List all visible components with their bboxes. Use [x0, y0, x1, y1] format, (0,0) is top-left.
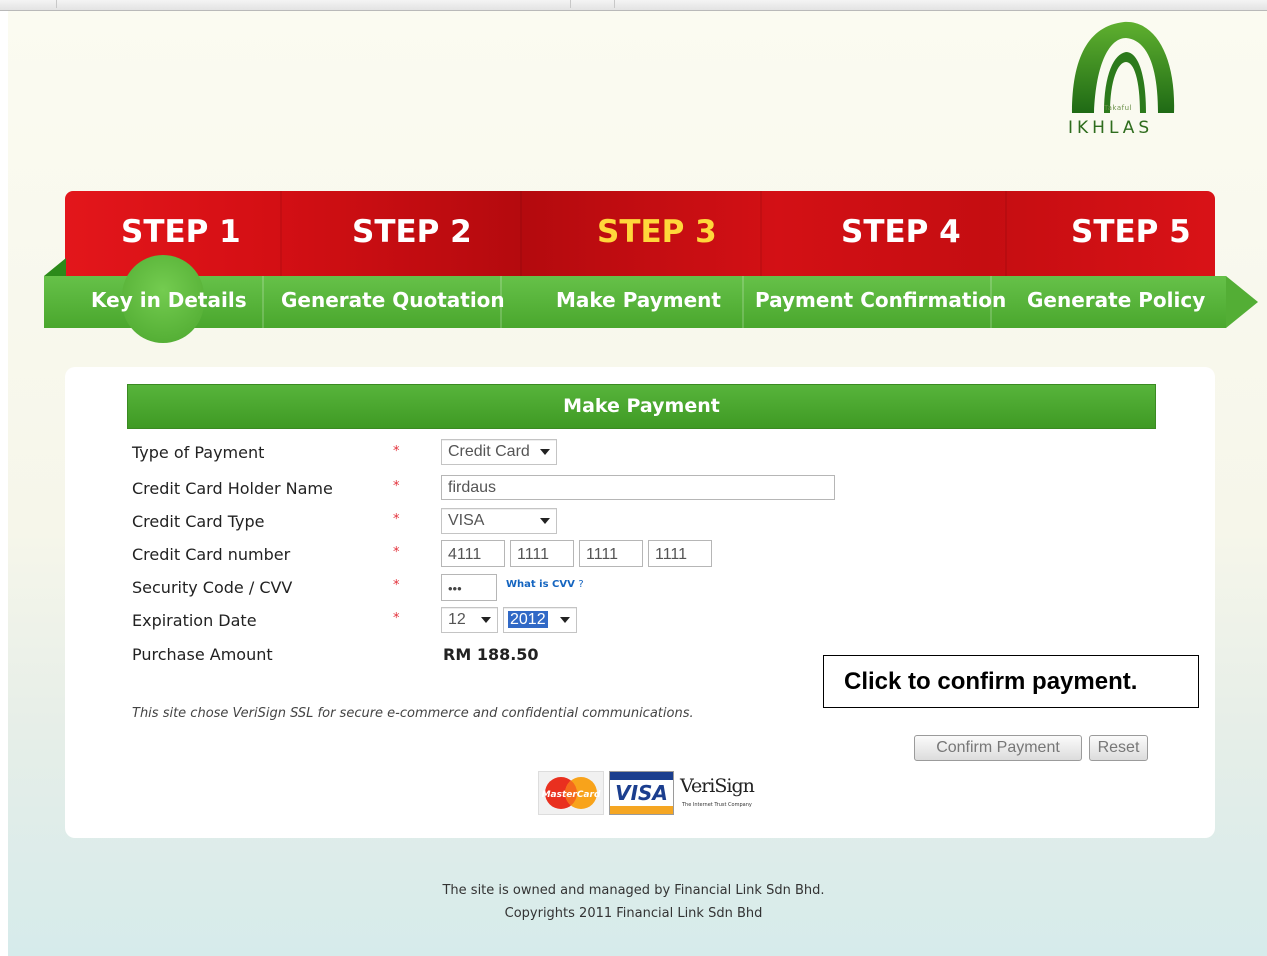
cvv-input[interactable]: ••• [441, 574, 497, 601]
browser-top-bar [0, 0, 1267, 11]
confirm-payment-button[interactable]: Confirm Payment [914, 735, 1082, 761]
verisign-wordmark: VeriSign [680, 775, 755, 797]
arch-icon [1072, 21, 1175, 113]
footer-copyright: Copyrights 2011 Financial Link Sdn Bhd [504, 906, 763, 921]
required-mark: * [393, 444, 400, 459]
required-mark: * [393, 512, 400, 527]
card-number-part-2[interactable]: 1111 [510, 540, 574, 567]
card-number-label: Credit Card number [132, 545, 291, 564]
chevron-down-icon [560, 617, 570, 623]
reset-button[interactable]: Reset [1089, 735, 1148, 761]
visa-bottom-stripe [610, 806, 673, 814]
step-3-title: STEP 3 [597, 214, 717, 250]
required-mark: * [393, 479, 400, 494]
payment-type-value: Credit Card [448, 443, 530, 460]
step-divider [760, 191, 762, 277]
expiry-year-value: 2012 [508, 611, 548, 628]
card-number-part-4[interactable]: 1111 [648, 540, 712, 567]
help-question-icon: ? [578, 579, 584, 590]
top-bar-divider [570, 0, 571, 8]
chevron-down-icon [540, 518, 550, 524]
step-4-title: STEP 4 [841, 214, 961, 250]
what-is-cvv-link[interactable]: What is CVV ? [506, 579, 584, 590]
ikhlas-logo: Takaful IKHLAS [1058, 18, 1188, 143]
expiry-year-select[interactable]: 2012 [503, 607, 577, 633]
holder-name-label: Credit Card Holder Name [132, 479, 333, 498]
mastercard-logo: MasterCard [538, 771, 604, 815]
verisign-subtitle: The Internet Trust Company [682, 802, 752, 808]
card-type-value: VISA [448, 512, 485, 529]
required-mark: * [393, 545, 400, 560]
logo-tagline: Takaful [1104, 104, 1132, 112]
verisign-logo: VeriSign The Internet Trust Company [678, 771, 755, 815]
visa-logo: VISA [609, 771, 674, 815]
card-type-select[interactable]: VISA [441, 508, 557, 534]
step-divider [262, 276, 264, 328]
step-4-label: Payment Confirmation [755, 288, 1007, 312]
step-2-title: STEP 2 [352, 214, 472, 250]
what-is-cvv-text: What is CVV [506, 579, 575, 590]
expiry-label: Expiration Date [132, 611, 257, 630]
ssl-notice: This site chose VeriSign SSL for secure … [132, 706, 694, 721]
chevron-down-icon [481, 617, 491, 623]
payment-type-select[interactable]: Credit Card [441, 439, 557, 465]
required-mark: * [393, 611, 400, 626]
step-divider [1005, 191, 1007, 277]
step-bar-fold [44, 258, 66, 276]
holder-name-input[interactable]: firdaus [441, 475, 835, 500]
step-2-label: Generate Quotation [281, 288, 505, 312]
step-divider [742, 276, 744, 328]
step-divider [280, 191, 282, 277]
mastercard-wordmark: MasterCard [542, 790, 601, 800]
expiry-month-value: 12 [448, 611, 466, 628]
cvv-label: Security Code / CVV [132, 578, 293, 597]
visa-wordmark: VISA [615, 781, 668, 805]
payment-type-label: Type of Payment [132, 443, 265, 462]
step-5-title: STEP 5 [1071, 214, 1191, 250]
amount-label: Purchase Amount [132, 645, 273, 664]
instruction-callout: Click to confirm payment. [823, 655, 1199, 708]
card-type-label: Credit Card Type [132, 512, 265, 531]
step-1-title: STEP 1 [121, 214, 241, 250]
step-5-label: Generate Policy [1027, 288, 1206, 312]
purchase-amount: RM 188.50 [443, 645, 539, 664]
top-bar-divider [56, 0, 57, 8]
step-3-label: Make Payment [556, 288, 721, 312]
step-divider [520, 191, 522, 277]
visa-top-stripe [610, 772, 673, 780]
expiry-month-select[interactable]: 12 [441, 607, 498, 633]
step-bar-arrow [1226, 276, 1258, 328]
card-number-part-3[interactable]: 1111 [579, 540, 643, 567]
required-mark: * [393, 578, 400, 593]
step-1-label: Key in Details [91, 288, 247, 312]
payment-card [65, 367, 1215, 838]
logo-wordmark: IKHLAS [1068, 118, 1154, 138]
top-bar-divider [614, 0, 615, 8]
footer-ownership: The site is owned and managed by Financi… [442, 883, 825, 898]
chevron-down-icon [540, 449, 550, 455]
card-number-part-1[interactable]: 4111 [441, 540, 505, 567]
mastercard-icon: MasterCard [542, 777, 601, 809]
form-title: Make Payment [127, 384, 1156, 429]
